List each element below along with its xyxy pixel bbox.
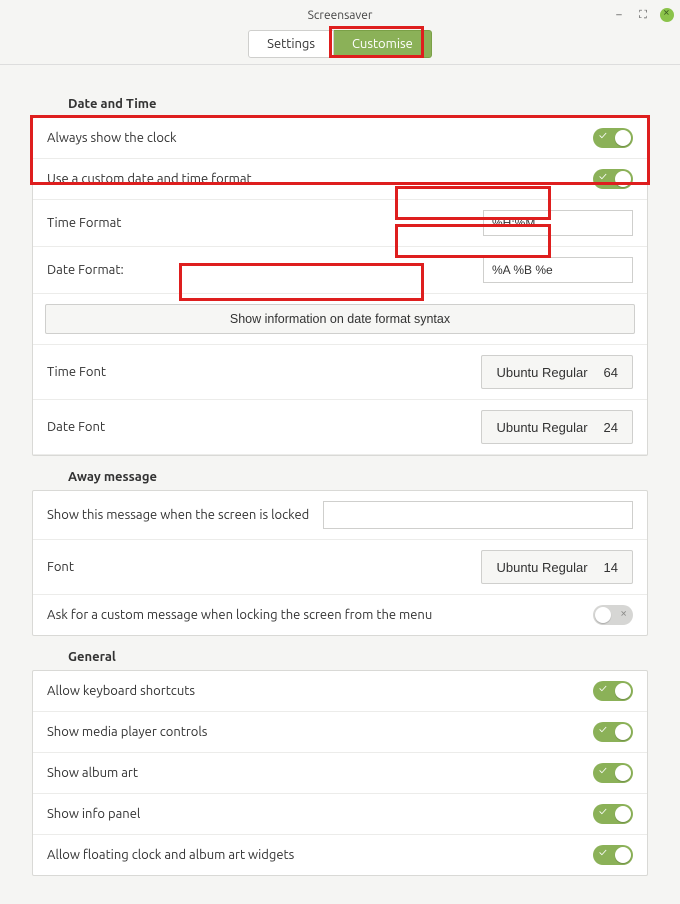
label-time-font: Time Font bbox=[47, 365, 481, 379]
row-keyboard: Allow keyboard shortcuts bbox=[33, 671, 647, 712]
toggle-info[interactable] bbox=[593, 804, 633, 824]
minimize-icon[interactable]: – bbox=[612, 8, 626, 22]
panel-general: Allow keyboard shortcuts Show media play… bbox=[32, 670, 648, 876]
tab-customise[interactable]: Customise bbox=[334, 30, 432, 58]
row-date-format: Date Format: bbox=[33, 247, 647, 294]
row-date-font: Date Font Ubuntu Regular 24 bbox=[33, 400, 647, 455]
label-custom-format: Use a custom date and time format bbox=[47, 172, 593, 186]
tab-settings[interactable]: Settings bbox=[248, 30, 334, 58]
label-keyboard: Allow keyboard shortcuts bbox=[47, 684, 593, 698]
label-time-format: Time Format bbox=[47, 216, 483, 230]
label-media: Show media player controls bbox=[47, 725, 593, 739]
input-time-format[interactable] bbox=[483, 210, 633, 236]
label-album: Show album art bbox=[47, 766, 593, 780]
panel-date-time: Always show the clock Use a custom date … bbox=[32, 117, 648, 456]
window-title: Screensaver bbox=[308, 9, 373, 22]
away-font-name: Ubuntu Regular bbox=[496, 560, 587, 575]
input-date-format[interactable] bbox=[483, 257, 633, 283]
away-font-size: 14 bbox=[604, 560, 618, 575]
row-time-font: Time Font Ubuntu Regular 64 bbox=[33, 345, 647, 400]
toggle-custom-format[interactable] bbox=[593, 169, 633, 189]
row-ask-custom: Ask for a custom message when locking th… bbox=[33, 595, 647, 635]
label-away-message: Show this message when the screen is loc… bbox=[47, 508, 309, 522]
section-title-date-time: Date and Time bbox=[68, 97, 648, 111]
button-syntax-info[interactable]: Show information on date format syntax bbox=[45, 304, 635, 334]
panel-away: Show this message when the screen is loc… bbox=[32, 490, 648, 636]
row-album: Show album art bbox=[33, 753, 647, 794]
content-area: Date and Time Always show the clock Use … bbox=[0, 65, 680, 904]
row-info: Show info panel bbox=[33, 794, 647, 835]
input-away-message[interactable] bbox=[323, 501, 633, 529]
time-font-name: Ubuntu Regular bbox=[496, 365, 587, 380]
date-font-name: Ubuntu Regular bbox=[496, 420, 587, 435]
maximize-icon[interactable]: ⛶ bbox=[636, 8, 650, 22]
row-floating: Allow floating clock and album art widge… bbox=[33, 835, 647, 875]
label-always-show-clock: Always show the clock bbox=[47, 131, 593, 145]
row-custom-format: Use a custom date and time format bbox=[33, 159, 647, 200]
button-date-font[interactable]: Ubuntu Regular 24 bbox=[481, 410, 633, 444]
label-date-font: Date Font bbox=[47, 420, 481, 434]
window-controls: – ⛶ bbox=[612, 0, 674, 30]
label-date-format: Date Format: bbox=[47, 263, 483, 277]
row-media: Show media player controls bbox=[33, 712, 647, 753]
section-title-away: Away message bbox=[68, 470, 648, 484]
toggle-floating[interactable] bbox=[593, 845, 633, 865]
row-away-message: Show this message when the screen is loc… bbox=[33, 491, 647, 540]
close-icon[interactable] bbox=[660, 8, 674, 22]
button-time-font[interactable]: Ubuntu Regular 64 bbox=[481, 355, 633, 389]
row-away-font: Font Ubuntu Regular 14 bbox=[33, 540, 647, 595]
title-bar: Screensaver – ⛶ bbox=[0, 0, 680, 30]
row-time-format: Time Format bbox=[33, 200, 647, 247]
time-font-size: 64 bbox=[604, 365, 618, 380]
date-font-size: 24 bbox=[604, 420, 618, 435]
toggle-ask-custom[interactable] bbox=[593, 605, 633, 625]
row-syntax-info: Show information on date format syntax bbox=[33, 294, 647, 345]
label-info: Show info panel bbox=[47, 807, 593, 821]
toggle-keyboard[interactable] bbox=[593, 681, 633, 701]
section-title-general: General bbox=[68, 650, 648, 664]
toggle-media[interactable] bbox=[593, 722, 633, 742]
label-floating: Allow floating clock and album art widge… bbox=[47, 848, 593, 862]
toggle-album[interactable] bbox=[593, 763, 633, 783]
tab-bar: Settings Customise bbox=[0, 30, 680, 65]
toggle-always-show-clock[interactable] bbox=[593, 128, 633, 148]
label-ask-custom: Ask for a custom message when locking th… bbox=[47, 608, 593, 622]
button-away-font[interactable]: Ubuntu Regular 14 bbox=[481, 550, 633, 584]
label-away-font: Font bbox=[47, 560, 481, 574]
row-always-show-clock: Always show the clock bbox=[33, 118, 647, 159]
